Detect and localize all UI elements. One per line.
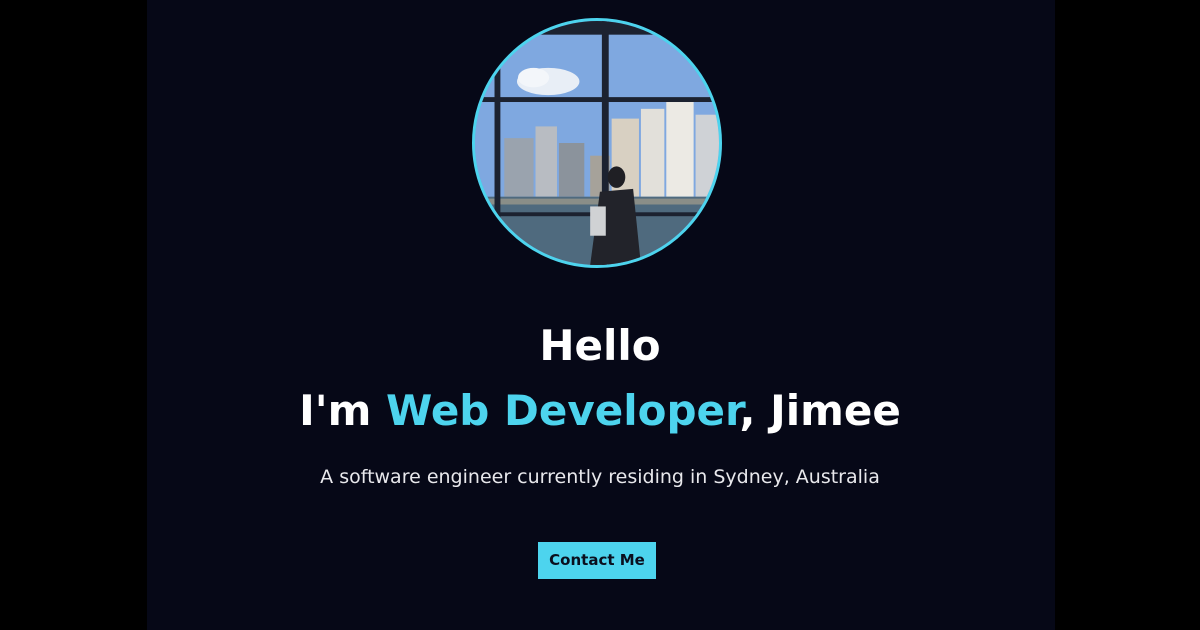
hero-subtitle: A software engineer currently residing i…	[320, 466, 880, 488]
headline-role: Web Developer	[385, 386, 740, 435]
page: Hello I'm Web Developer, Jimee A softwar…	[0, 0, 1200, 630]
greeting-heading: Hello	[539, 321, 661, 370]
headline-prefix: I'm	[299, 386, 386, 435]
headline-suffix: , Jimee	[739, 386, 901, 435]
contact-me-button[interactable]: Contact Me	[538, 542, 656, 579]
profile-photo	[472, 18, 722, 268]
headline: I'm Web Developer, Jimee	[0, 384, 1200, 438]
